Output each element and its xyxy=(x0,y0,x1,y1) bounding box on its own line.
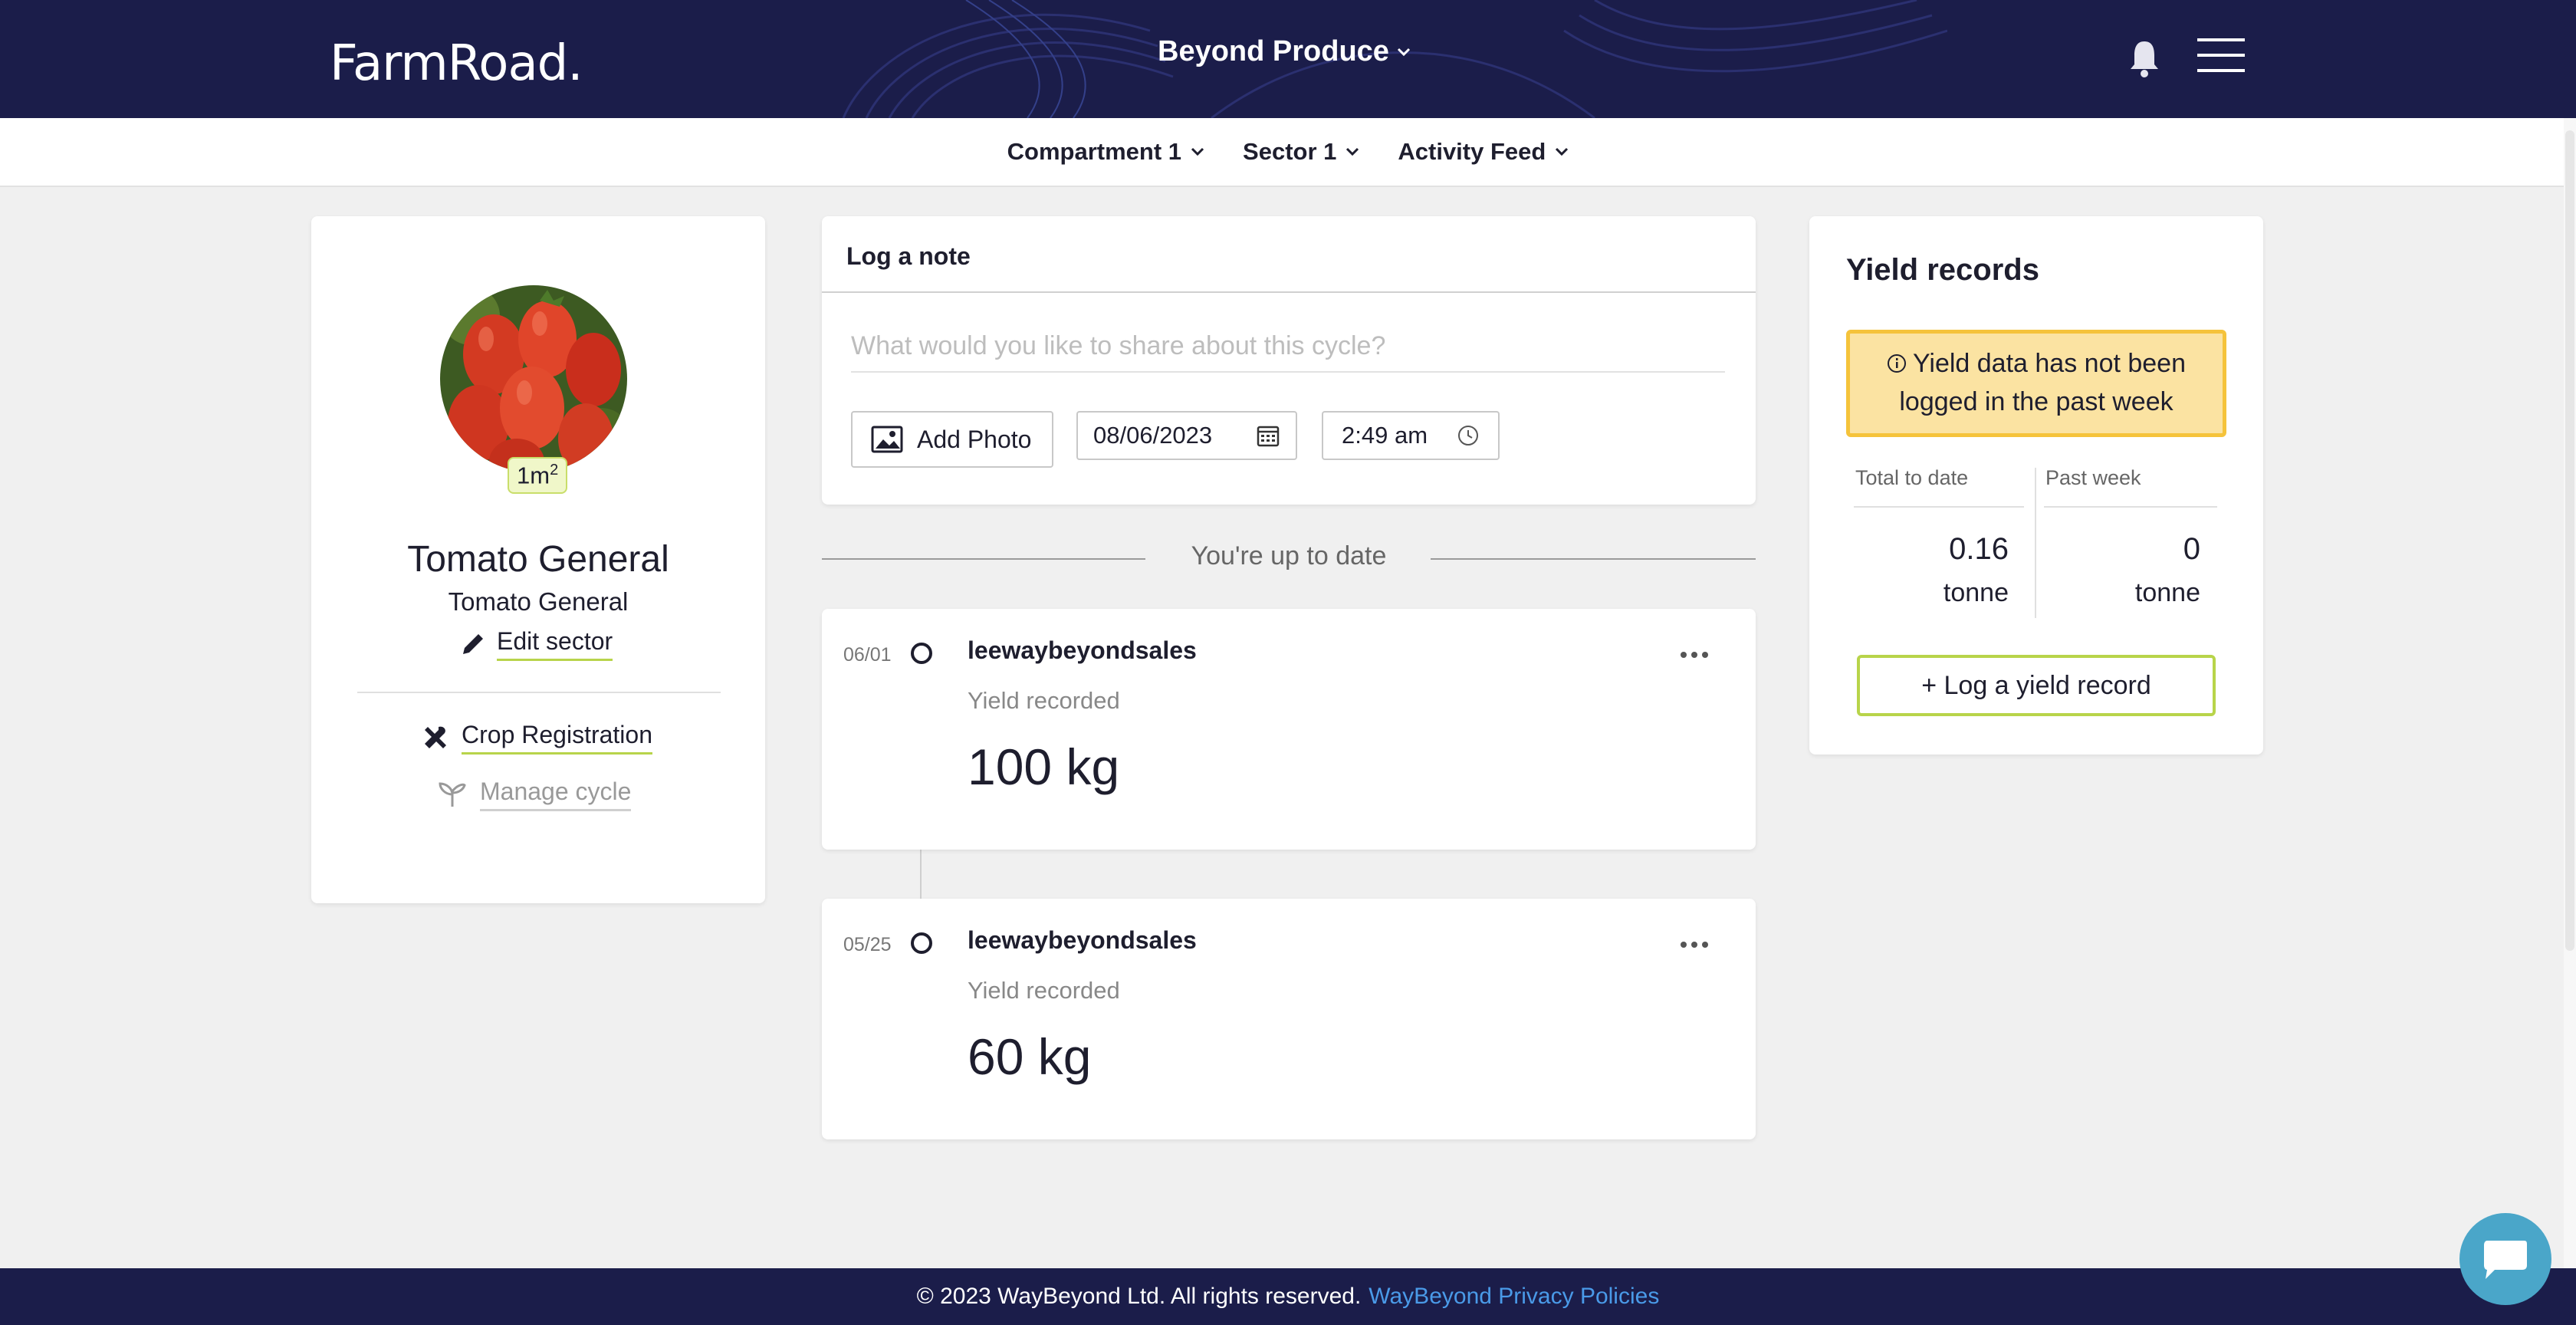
chevron-down-icon xyxy=(1556,147,1569,156)
image-icon xyxy=(871,426,903,453)
organization-selector[interactable]: Beyond Produce xyxy=(1158,35,1411,68)
add-photo-label: Add Photo xyxy=(917,425,1032,453)
past-week-unit: tonne xyxy=(2134,578,2200,607)
activity-feed-label: Activity Feed xyxy=(1398,138,1546,165)
sprout-icon xyxy=(439,782,466,807)
divider xyxy=(357,692,721,693)
divider xyxy=(2035,468,2036,618)
compartment-label: Compartment 1 xyxy=(1007,138,1182,165)
area-badge: 1m2 xyxy=(508,457,568,495)
log-note-card: Log a note Add Photo 08/06/2023 2:49 am xyxy=(822,216,1756,505)
date-value: 08/06/2023 xyxy=(1093,422,1213,449)
more-options-icon[interactable] xyxy=(1681,937,1711,952)
yield-records-title: Yield records xyxy=(1846,253,2039,287)
page-scrollbar[interactable] xyxy=(2564,118,2576,1268)
crop-registration-label: Crop Registration xyxy=(462,721,652,755)
edit-sector-label: Edit sector xyxy=(497,627,613,661)
clock-icon xyxy=(1458,426,1478,446)
yield-alert-text: Yield data has not been logged in the pa… xyxy=(1899,349,2187,416)
time-value: 2:49 am xyxy=(1342,422,1428,449)
sector-dropdown[interactable]: Sector 1 xyxy=(1243,138,1359,166)
log-note-title: Log a note xyxy=(846,242,971,270)
crop-image-tomatoes xyxy=(440,285,627,472)
sub-navigation: Compartment 1 Sector 1 Activity Feed xyxy=(0,118,2576,187)
entry-amount: 60 kg xyxy=(968,1028,1092,1085)
edit-sector-link[interactable]: Edit sector xyxy=(460,627,613,661)
crop-variety: Tomato General xyxy=(448,587,629,616)
entry-type: Yield recorded xyxy=(968,687,1120,714)
chevron-down-icon xyxy=(1346,147,1359,156)
entry-user: leewaybeyondsales xyxy=(968,636,1197,664)
scrollbar-thumb[interactable] xyxy=(2565,130,2574,951)
copyright-text: © 2023 WayBeyond Ltd. All rights reserve… xyxy=(916,1284,1362,1309)
date-picker[interactable]: 08/06/2023 xyxy=(1076,411,1297,460)
past-week-value: 0 xyxy=(2183,532,2200,566)
chevron-down-icon xyxy=(1191,147,1204,156)
yield-records-card: Yield records Yield data has not been lo… xyxy=(1809,216,2263,755)
top-navbar: FarmRoad. Beyond Produce xyxy=(0,0,2576,118)
yield-alert: Yield data has not been logged in the pa… xyxy=(1846,330,2226,437)
timeline-dot xyxy=(911,643,932,664)
compartment-dropdown[interactable]: Compartment 1 xyxy=(1007,138,1204,166)
log-yield-record-button[interactable]: + Log a yield record xyxy=(1857,655,2216,716)
feed-entry: 05/25 leewaybeyondsales Yield recorded 6… xyxy=(822,899,1756,1139)
total-to-date-value: 0.16 xyxy=(1949,532,2009,566)
total-to-date-unit: tonne xyxy=(1943,578,2009,607)
past-week-label: Past week xyxy=(2045,466,2141,489)
divider xyxy=(2044,506,2217,508)
entry-date: 05/25 xyxy=(843,934,892,955)
feed-status: You're up to date xyxy=(1191,541,1387,570)
manage-cycle-label: Manage cycle xyxy=(480,778,632,811)
chat-support-button[interactable] xyxy=(2459,1213,2551,1305)
pencil-icon xyxy=(463,634,483,654)
area-value: 1m xyxy=(517,462,550,489)
entry-amount: 100 kg xyxy=(968,738,1120,795)
menu-hamburger-icon[interactable] xyxy=(2197,37,2245,74)
calendar-icon xyxy=(1257,426,1280,447)
time-picker[interactable]: 2:49 am xyxy=(1322,411,1500,460)
note-input[interactable] xyxy=(851,321,1725,373)
tools-icon xyxy=(425,726,446,748)
more-options-icon[interactable] xyxy=(1681,647,1711,662)
feed-entry: 06/01 leewaybeyondsales Yield recorded 1… xyxy=(822,609,1756,850)
privacy-policy-link[interactable]: WayBeyond Privacy Policies xyxy=(1368,1284,1659,1310)
info-icon xyxy=(1887,354,1906,373)
sector-summary-card: 1m2 Tomato General Tomato General Edit s… xyxy=(311,216,765,903)
activity-feed-dropdown[interactable]: Activity Feed xyxy=(1398,138,1569,166)
divider xyxy=(1854,506,2024,508)
entry-date: 06/01 xyxy=(843,644,892,666)
total-to-date-label: Total to date xyxy=(1855,466,1969,489)
notification-bell-icon[interactable] xyxy=(2128,38,2160,78)
timeline-dot xyxy=(911,932,932,954)
chat-bubble-icon xyxy=(2484,1241,2527,1279)
organization-name: Beyond Produce xyxy=(1158,35,1389,67)
sector-label: Sector 1 xyxy=(1243,138,1337,165)
farmroad-logo[interactable]: FarmRoad. xyxy=(330,35,583,92)
footer: © 2023 WayBeyond Ltd. All rights reserve… xyxy=(0,1268,2576,1325)
crop-name: Tomato General xyxy=(407,539,669,580)
divider xyxy=(822,291,1756,293)
add-photo-button[interactable]: Add Photo xyxy=(851,411,1053,468)
entry-type: Yield recorded xyxy=(968,977,1120,1004)
crop-registration-link[interactable]: Crop Registration xyxy=(422,721,652,755)
entry-user: leewaybeyondsales xyxy=(968,926,1197,954)
chevron-down-icon xyxy=(1397,48,1411,56)
manage-cycle-link[interactable]: Manage cycle xyxy=(437,778,632,811)
area-unit-superscript: 2 xyxy=(550,462,559,478)
